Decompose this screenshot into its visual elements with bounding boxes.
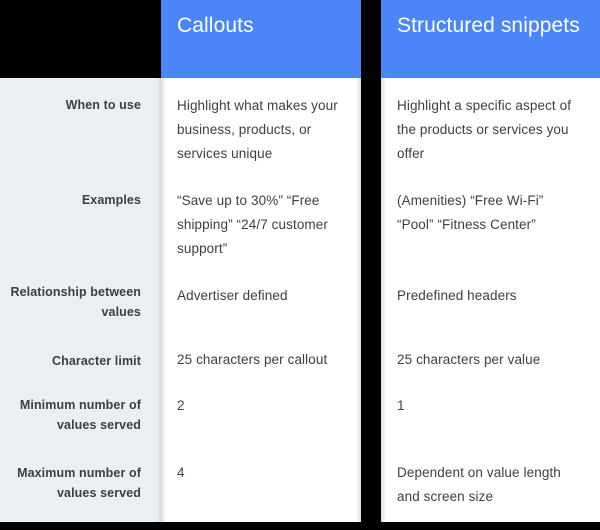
- cell-callouts-examples: “Save up to 30%” “Free shipping” “24/7 c…: [161, 173, 361, 268]
- comparison-table: When to use Examples Relationship betwee…: [0, 0, 600, 530]
- row-label-when-to-use: When to use: [0, 78, 161, 173]
- cell-structured-snippets-character-limit: 25 characters per value: [381, 338, 600, 386]
- column-header-callouts: Callouts: [161, 0, 361, 78]
- label-column-header-blank: [0, 0, 161, 78]
- column-callouts: Callouts Highlight what makes your busin…: [161, 0, 361, 522]
- cell-text: 4: [177, 465, 185, 480]
- cell-callouts-character-limit: 25 characters per callout: [161, 338, 361, 386]
- row-label-character-limit: Character limit: [0, 338, 161, 386]
- cell-text: 25 characters per callout: [177, 352, 328, 367]
- cell-structured-snippets-relationship-between-values: Predefined headers: [381, 268, 600, 338]
- cell-text: 25 characters per value: [397, 352, 541, 367]
- row-label-text: Maximum number of values served: [17, 466, 141, 500]
- row-label-examples: Examples: [0, 173, 161, 268]
- cell-text: Highlight what makes your business, prod…: [177, 98, 338, 161]
- cell-text: Dependent on value length and screen siz…: [397, 465, 561, 504]
- cell-structured-snippets-when-to-use: Highlight a specific aspect of the produ…: [381, 78, 600, 173]
- cell-structured-snippets-maximum-number-of-values-served: Dependent on value length and screen siz…: [381, 451, 600, 522]
- cell-text: “Save up to 30%” “Free shipping” “24/7 c…: [177, 193, 328, 256]
- row-label-relationship-between-values: Relationship between values: [0, 268, 161, 338]
- row-label-text: Examples: [81, 193, 141, 207]
- column-structured-snippets: Structured snippets Highlight a specific…: [381, 0, 600, 522]
- cell-callouts-minimum-number-of-values-served: 2: [161, 386, 361, 451]
- cell-callouts-maximum-number-of-values-served: 4: [161, 451, 361, 522]
- cell-callouts-relationship-between-values: Advertiser defined: [161, 268, 361, 338]
- cell-text: Highlight a specific aspect of the produ…: [397, 98, 572, 161]
- row-label-text: Character limit: [51, 354, 141, 368]
- cell-text: 1: [397, 398, 405, 413]
- label-column-body: When to use Examples Relationship betwee…: [0, 78, 161, 522]
- column-header-structured-snippets: Structured snippets: [381, 0, 600, 78]
- cell-text: Advertiser defined: [177, 288, 288, 303]
- cell-text: 2: [177, 398, 185, 413]
- row-label-minimum-number-of-values-served: Minimum number of values served: [0, 386, 161, 451]
- row-label-maximum-number-of-values-served: Maximum number of values served: [0, 451, 161, 522]
- row-label-text: Relationship between values: [10, 285, 141, 319]
- row-label-text: When to use: [65, 98, 141, 112]
- cell-callouts-when-to-use: Highlight what makes your business, prod…: [161, 78, 361, 173]
- cell-text: (Amenities) “Free Wi-Fi” “Pool” “Fitness…: [397, 193, 544, 232]
- cell-structured-snippets-examples: (Amenities) “Free Wi-Fi” “Pool” “Fitness…: [381, 173, 600, 268]
- column-callouts-body: Highlight what makes your business, prod…: [161, 78, 361, 522]
- cell-text: Predefined headers: [397, 288, 517, 303]
- bottom-bar: [0, 522, 600, 530]
- row-label-text: Minimum number of values served: [19, 398, 141, 432]
- cell-structured-snippets-minimum-number-of-values-served: 1: [381, 386, 600, 451]
- column-structured-snippets-body: Highlight a specific aspect of the produ…: [381, 78, 600, 522]
- label-column: When to use Examples Relationship betwee…: [0, 0, 161, 522]
